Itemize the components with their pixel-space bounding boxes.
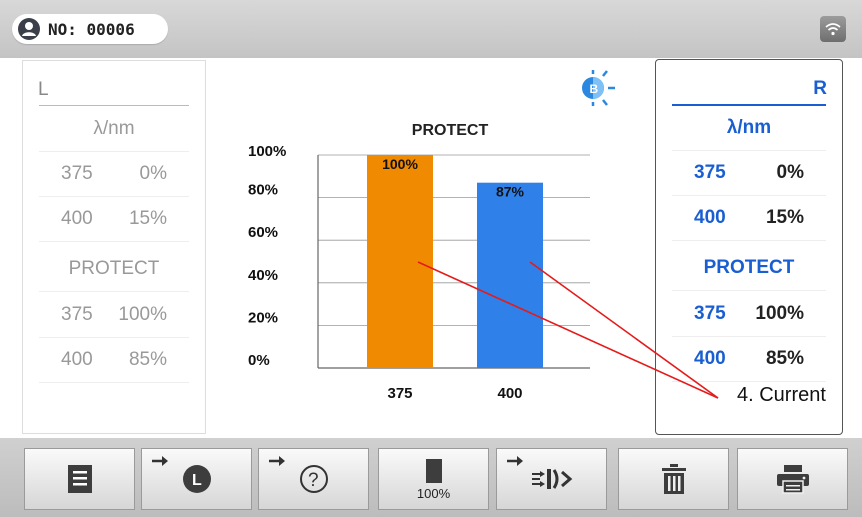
record-id-pill[interactable]: NO: 00006 xyxy=(12,14,168,44)
arrow-right-icon xyxy=(152,456,168,466)
record-id-label: NO: 00006 xyxy=(48,19,135,39)
help-button[interactable]: ? xyxy=(258,448,369,510)
protect-heading-row: PROTECT xyxy=(672,246,826,291)
svg-text:L: L xyxy=(192,472,202,489)
delete-button[interactable] xyxy=(618,448,729,510)
list-icon xyxy=(67,465,92,493)
chart-grid xyxy=(317,154,590,369)
bar-375 xyxy=(367,155,433,368)
records-list-button[interactable] xyxy=(24,448,135,510)
right-side-label: R xyxy=(813,78,827,99)
printer-icon xyxy=(776,465,809,494)
protect-value: 100% xyxy=(755,303,804,324)
transmit-test-button[interactable] xyxy=(496,448,607,510)
protect-bar-chart: PROTECT 0% 20% 40% 60% 80% 100% 100% 375 87% 400 xyxy=(248,122,590,402)
switch-left-lens-button[interactable]: L xyxy=(141,448,252,510)
table-row: 400 15% xyxy=(672,196,826,241)
wavelength: 400 xyxy=(61,349,93,370)
wavelength: 375 xyxy=(694,162,726,183)
bar-value-label: 100% xyxy=(382,156,418,172)
table-row: 375 0% xyxy=(39,152,189,197)
bar-value-label: 87% xyxy=(496,184,525,200)
y-tick-label: 40% xyxy=(248,267,278,284)
wavelength: 375 xyxy=(61,304,93,325)
chart-title: PROTECT xyxy=(412,122,489,139)
left-side-label: L xyxy=(38,79,49,100)
wavelength: 400 xyxy=(694,207,726,228)
protect-heading: PROTECT xyxy=(703,257,795,278)
x-tick-label: 375 xyxy=(387,385,412,402)
right-lens-panel[interactable]: R λ/nm 375 0% 400 15% PROTECT 375 100% 4… xyxy=(655,59,843,435)
wavelength: 400 xyxy=(61,208,93,229)
arrow-right-icon xyxy=(269,456,285,466)
svg-text:?: ? xyxy=(308,470,319,491)
svg-text:B: B xyxy=(590,82,599,96)
full-bar-icon xyxy=(425,458,442,483)
user-icon xyxy=(18,18,40,40)
top-bar: NO: 00006 xyxy=(0,0,862,58)
left-lens-icon: L xyxy=(182,465,211,493)
y-tick-label: 60% xyxy=(248,224,278,241)
protect-value: 85% xyxy=(765,348,804,369)
table-row: 375 0% xyxy=(672,151,826,196)
y-tick-label: 0% xyxy=(248,352,270,369)
transmission-value: 15% xyxy=(128,208,167,229)
unit-row: λ/nm xyxy=(39,107,189,152)
print-button[interactable] xyxy=(737,448,848,510)
protect-heading-row: PROTECT xyxy=(39,247,189,292)
full-scale-button[interactable]: 100% xyxy=(378,448,489,510)
arrow-right-icon xyxy=(507,456,523,466)
wavelength: 400 xyxy=(694,348,726,369)
y-tick-label: 100% xyxy=(248,143,286,160)
table-row: 375 100% xyxy=(39,293,189,338)
bottom-toolbar: L ? 100% xyxy=(0,438,862,517)
light-transmit-icon xyxy=(531,469,572,489)
x-tick-label: 400 xyxy=(497,385,522,402)
annotation-label: 4. Current xyxy=(737,384,826,406)
transmission-value: 0% xyxy=(776,162,804,183)
bar-400 xyxy=(477,182,543,368)
y-tick-label: 20% xyxy=(248,309,278,326)
unit-label: λ/nm xyxy=(93,118,135,139)
y-tick-label: 80% xyxy=(248,182,278,199)
divider xyxy=(39,105,189,106)
table-row: 400 85% xyxy=(39,338,189,383)
table-row: 400 15% xyxy=(39,197,189,242)
left-lens-panel[interactable]: L λ/nm 375 0% 400 15% PROTECT 375 100% 4… xyxy=(22,60,206,434)
unit-label: λ/nm xyxy=(726,117,772,138)
wifi-icon[interactable] xyxy=(820,16,846,42)
full-scale-label: 100% xyxy=(416,485,451,501)
protect-value: 85% xyxy=(128,349,167,370)
protect-value: 100% xyxy=(118,304,167,325)
transmission-value: 15% xyxy=(765,207,804,228)
blue-light-bulb-icon[interactable]: B xyxy=(573,68,621,108)
wavelength: 375 xyxy=(694,303,726,324)
table-row: 375 100% xyxy=(672,292,826,337)
unit-row: λ/nm xyxy=(672,106,826,151)
transmission-value: 0% xyxy=(139,163,167,184)
table-row: 400 85% xyxy=(672,337,826,382)
wavelength: 375 xyxy=(61,163,93,184)
protect-heading: PROTECT xyxy=(68,258,160,279)
help-icon: ? xyxy=(299,465,328,493)
trash-icon xyxy=(661,464,686,494)
